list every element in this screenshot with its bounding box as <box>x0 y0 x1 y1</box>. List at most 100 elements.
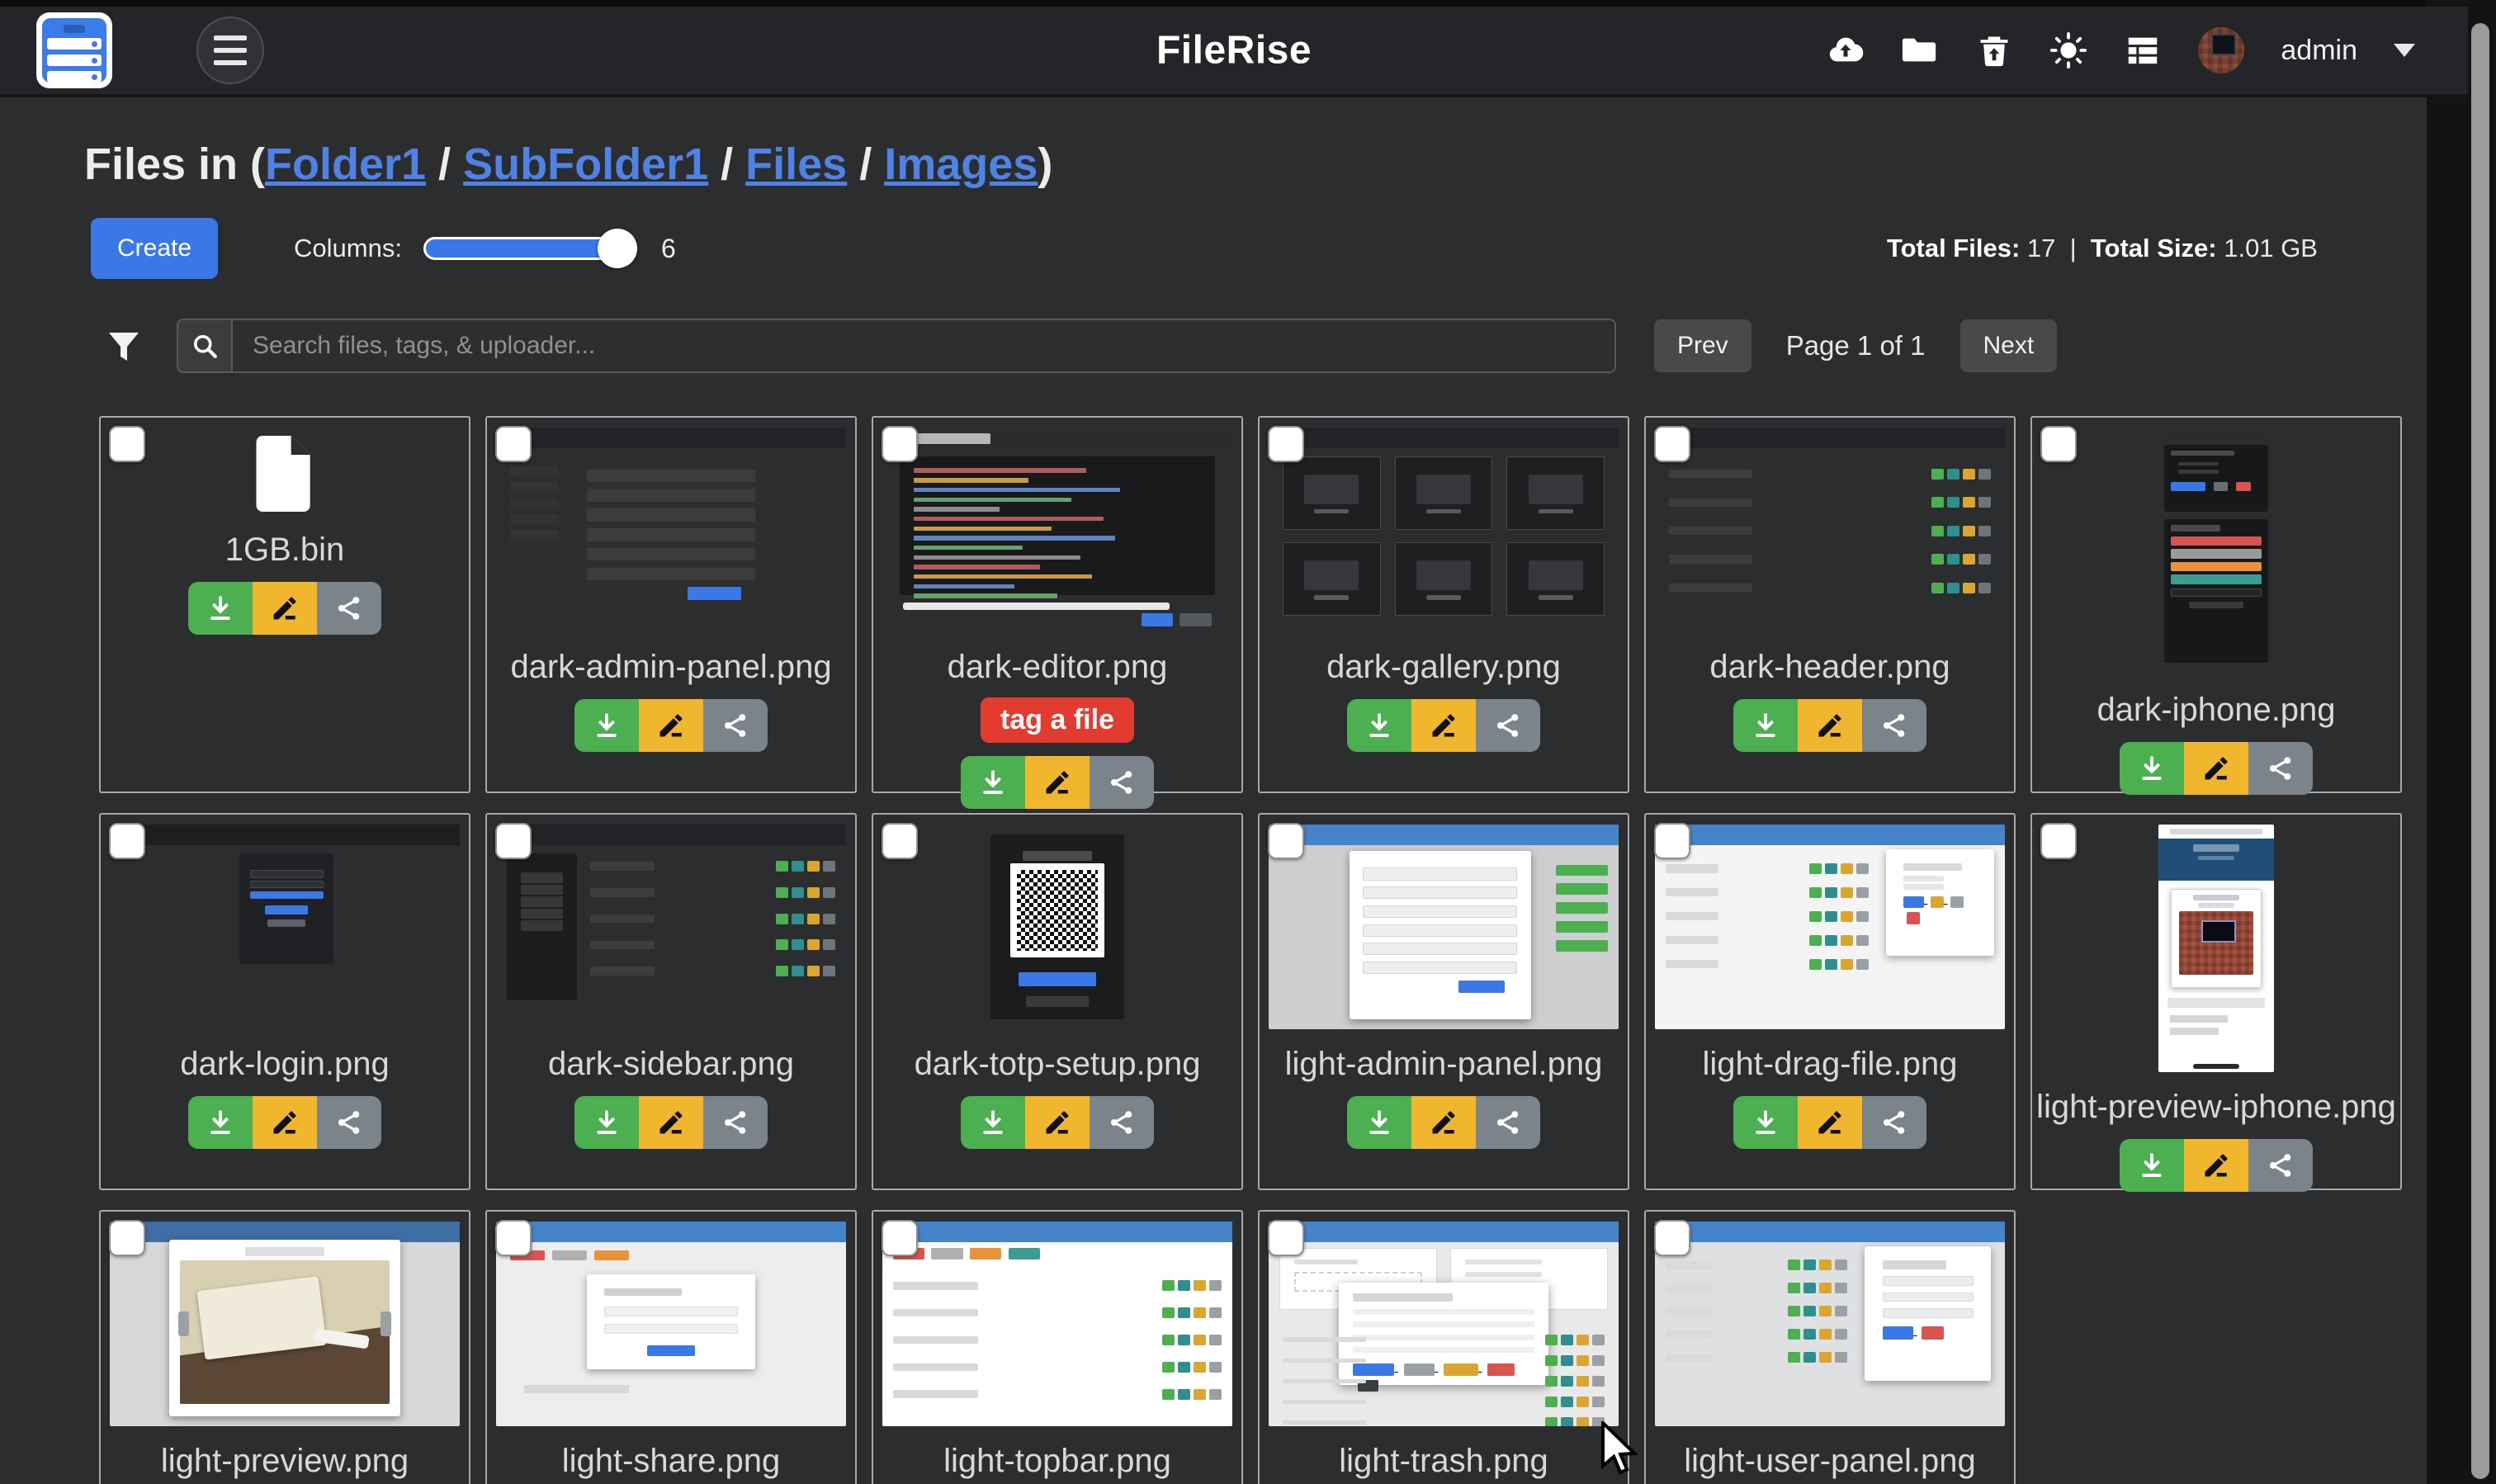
file-checkbox[interactable] <box>109 426 145 462</box>
folder-icon[interactable] <box>1901 31 1939 69</box>
share-button[interactable] <box>1862 699 1926 752</box>
edit-button[interactable] <box>2184 1139 2248 1192</box>
edit-button[interactable] <box>1411 699 1476 752</box>
file-thumbnail[interactable] <box>882 825 1232 1029</box>
breadcrumb-link[interactable]: Files <box>745 139 847 189</box>
edit-button[interactable] <box>1798 1096 1862 1149</box>
file-thumbnail[interactable] <box>1269 825 1619 1029</box>
file-thumbnail[interactable] <box>496 825 846 1029</box>
share-button[interactable] <box>1862 1096 1926 1149</box>
user-avatar[interactable] <box>2198 27 2244 73</box>
prev-page-button[interactable]: Prev <box>1654 319 1751 372</box>
slider-thumb[interactable] <box>598 229 637 268</box>
file-checkbox[interactable] <box>495 426 532 462</box>
file-checkbox[interactable] <box>1654 1220 1690 1256</box>
chevron-down-icon[interactable] <box>2394 44 2415 57</box>
scrollbar[interactable] <box>2471 23 2489 1479</box>
share-button[interactable] <box>2248 742 2313 795</box>
file-tag-badge[interactable]: tag a file <box>981 697 1134 743</box>
file-name: dark-editor.png <box>948 649 1168 686</box>
file-card: dark-gallery.png <box>1258 416 1629 793</box>
file-checkbox[interactable] <box>2040 426 2077 462</box>
file-checkbox[interactable] <box>109 823 145 859</box>
share-button[interactable] <box>1090 756 1154 809</box>
search-icon[interactable] <box>177 319 231 373</box>
file-checkbox[interactable] <box>1268 426 1304 462</box>
trash-restore-icon[interactable] <box>1975 31 2013 69</box>
share-button[interactable] <box>1476 699 1540 752</box>
upload-icon[interactable] <box>1827 31 1865 69</box>
file-thumbnail[interactable] <box>882 1222 1232 1426</box>
share-button[interactable] <box>317 1096 381 1149</box>
menu-button[interactable] <box>196 17 264 84</box>
download-button[interactable] <box>574 1096 639 1149</box>
file-checkbox[interactable] <box>882 1220 918 1256</box>
download-button[interactable] <box>961 1096 1025 1149</box>
file-name: light-user-panel.png <box>1684 1443 1976 1480</box>
edit-button[interactable] <box>1025 756 1090 809</box>
edit-button[interactable] <box>1411 1096 1476 1149</box>
share-button[interactable] <box>2248 1139 2313 1192</box>
file-checkbox[interactable] <box>882 823 918 859</box>
file-thumbnail[interactable] <box>2158 428 2274 675</box>
share-button[interactable] <box>703 699 768 752</box>
file-checkbox[interactable] <box>1654 823 1690 859</box>
create-button[interactable]: Create <box>91 218 218 279</box>
download-button[interactable] <box>2120 742 2184 795</box>
file-thumbnail[interactable] <box>496 428 846 632</box>
share-button[interactable] <box>1476 1096 1540 1149</box>
file-card: dark-header.png <box>1644 416 2016 793</box>
file-actions <box>574 1096 768 1149</box>
file-thumbnail[interactable] <box>1269 1222 1619 1426</box>
edit-button[interactable] <box>253 1096 317 1149</box>
download-button[interactable] <box>1347 1096 1411 1149</box>
edit-button[interactable] <box>1025 1096 1090 1149</box>
edit-button[interactable] <box>639 699 703 752</box>
file-thumbnail[interactable] <box>2158 825 2274 1072</box>
share-button[interactable] <box>317 582 381 635</box>
download-button[interactable] <box>1733 699 1798 752</box>
file-thumbnail[interactable] <box>1655 1222 2005 1426</box>
file-thumbnail[interactable] <box>882 428 1232 632</box>
download-button[interactable] <box>574 699 639 752</box>
file-thumbnail[interactable] <box>110 825 460 1029</box>
search-input[interactable] <box>231 319 1616 373</box>
download-button[interactable] <box>1347 699 1411 752</box>
download-button[interactable] <box>188 1096 253 1149</box>
breadcrumb-link[interactable]: SubFolder1 <box>463 139 708 189</box>
file-thumbnail[interactable] <box>110 1222 460 1426</box>
next-page-button[interactable]: Next <box>1960 319 2058 372</box>
edit-button[interactable] <box>639 1096 703 1149</box>
username-label[interactable]: admin <box>2281 35 2357 67</box>
breadcrumb-link[interactable]: Images <box>884 139 1038 189</box>
list-view-icon[interactable] <box>2124 31 2162 69</box>
file-checkbox[interactable] <box>109 1220 145 1256</box>
file-checkbox[interactable] <box>882 426 918 462</box>
file-thumbnail[interactable] <box>496 1222 846 1426</box>
brightness-icon[interactable] <box>2049 31 2087 69</box>
breadcrumb-link[interactable]: Folder1 <box>265 139 426 189</box>
totals-divider: | <box>2070 234 2077 262</box>
share-button[interactable] <box>703 1096 768 1149</box>
edit-button[interactable] <box>1798 699 1862 752</box>
edit-button[interactable] <box>253 582 317 635</box>
file-thumbnail[interactable] <box>1269 428 1619 632</box>
file-checkbox[interactable] <box>1654 426 1690 462</box>
file-thumbnail[interactable] <box>1655 428 2005 632</box>
file-actions <box>2120 742 2313 795</box>
download-button[interactable] <box>1733 1096 1798 1149</box>
edit-button[interactable] <box>2184 742 2248 795</box>
download-button[interactable] <box>961 756 1025 809</box>
file-checkbox[interactable] <box>1268 1220 1304 1256</box>
file-checkbox[interactable] <box>1268 823 1304 859</box>
file-checkbox[interactable] <box>2040 823 2077 859</box>
file-checkbox[interactable] <box>495 823 532 859</box>
filter-icon[interactable] <box>104 325 144 366</box>
share-button[interactable] <box>1090 1096 1154 1149</box>
columns-slider[interactable] <box>423 237 633 260</box>
file-thumbnail[interactable] <box>1655 825 2005 1029</box>
download-button[interactable] <box>2120 1139 2184 1192</box>
filerise-logo-icon[interactable] <box>36 12 112 88</box>
file-checkbox[interactable] <box>495 1220 532 1256</box>
download-button[interactable] <box>188 582 253 635</box>
